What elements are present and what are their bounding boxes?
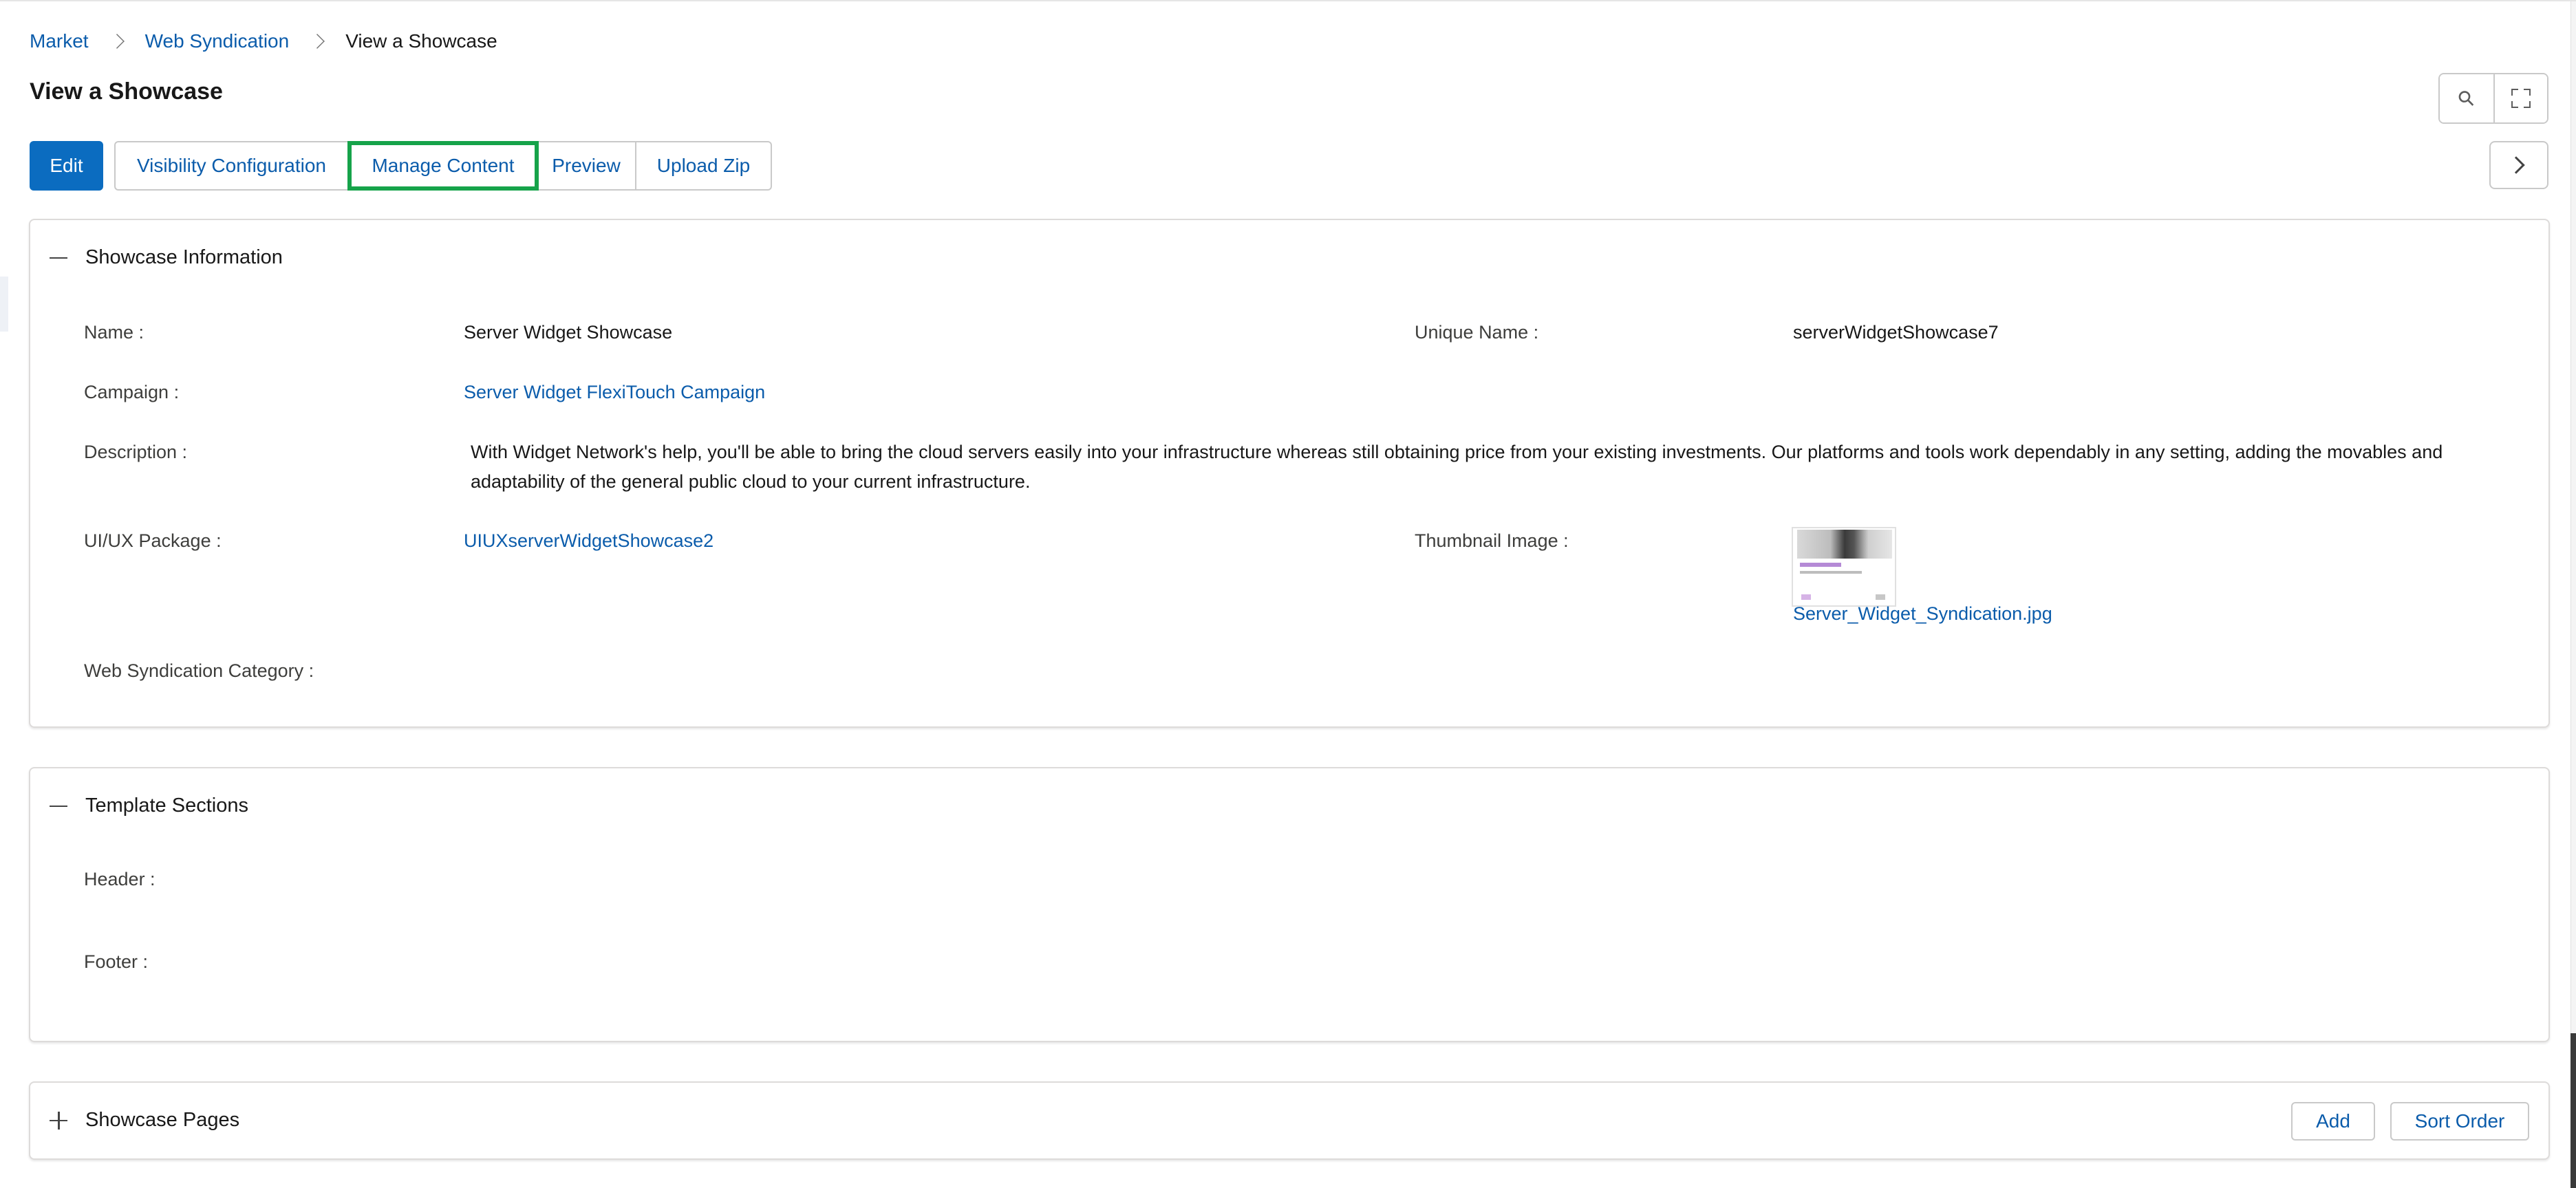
edit-button[interactable]: Edit xyxy=(30,141,103,191)
header-label: Header : xyxy=(84,869,155,889)
template-sections-section: Template Sections Header : Footer : xyxy=(29,767,2550,1042)
uiux-package-link[interactable]: UIUXserverWidgetShowcase2 xyxy=(464,530,713,552)
unique-name-value: serverWidgetShowcase7 xyxy=(1793,322,1999,343)
pin-button[interactable]: ⚲ xyxy=(2440,74,2493,122)
breadcrumb-web-syndication[interactable]: Web Syndication xyxy=(145,30,290,52)
visibility-configuration-button[interactable]: Visibility Configuration xyxy=(114,141,349,191)
chevron-right-icon xyxy=(109,34,125,49)
expand-icon xyxy=(2511,89,2531,108)
thumbnail-photo xyxy=(1797,530,1892,559)
unique-name-label: Unique Name : xyxy=(1415,322,1539,343)
campaign-label: Campaign : xyxy=(84,382,180,402)
fullscreen-button[interactable] xyxy=(2493,74,2547,122)
showcase-pages-section: Showcase Pages Add Sort Order xyxy=(29,1081,2550,1160)
action-bar: Edit Visibility Configuration Manage Con… xyxy=(30,141,772,191)
thumbnail-image-label: Thumbnail Image : xyxy=(1415,530,1569,551)
sort-order-button[interactable]: Sort Order xyxy=(2390,1102,2529,1141)
name-label: Name : xyxy=(84,322,144,343)
minus-icon xyxy=(50,797,69,816)
left-edge-mark xyxy=(0,277,8,332)
section-toggle[interactable]: Showcase Information xyxy=(50,246,283,269)
page-title: View a Showcase xyxy=(30,78,223,105)
campaign-link[interactable]: Server Widget FlexiTouch Campaign xyxy=(464,382,765,403)
footer-label: Footer : xyxy=(84,951,149,972)
pin-icon: ⚲ xyxy=(2453,85,2480,112)
name-value: Server Widget Showcase xyxy=(464,322,673,343)
more-actions-button[interactable] xyxy=(2489,141,2548,189)
page: Market Web Syndication View a Showcase V… xyxy=(0,0,2576,1188)
add-page-button[interactable]: Add xyxy=(2291,1102,2375,1141)
scrollbar[interactable] xyxy=(2570,1,2576,1188)
plus-icon xyxy=(50,1111,69,1130)
thumbnail-icon xyxy=(1876,594,1885,600)
thumbnail-file-link[interactable]: Server_Widget_Syndication.jpg xyxy=(1793,603,2052,625)
minus-icon xyxy=(50,248,69,268)
description-value: With Widget Network's help, you'll be ab… xyxy=(471,442,2443,492)
section-heading: Showcase Information xyxy=(85,246,283,268)
chevron-right-icon xyxy=(2507,156,2525,174)
section-heading: Template Sections xyxy=(85,795,248,817)
thumbnail-image[interactable] xyxy=(1792,527,1896,607)
thumbnail-icon xyxy=(1801,594,1811,600)
section-toggle[interactable]: Showcase Pages xyxy=(50,1109,239,1132)
description-label: Description : xyxy=(84,442,188,462)
left-edge xyxy=(0,1,8,1188)
breadcrumb-current: View a Showcase xyxy=(345,30,497,52)
chevron-right-icon xyxy=(310,34,325,49)
breadcrumb-market[interactable]: Market xyxy=(30,30,89,52)
showcase-information-section: Showcase Information Name : Server Widge… xyxy=(29,219,2550,728)
section-toggle[interactable]: Template Sections xyxy=(50,795,248,817)
upload-zip-button[interactable]: Upload Zip xyxy=(635,141,772,191)
manage-content-button[interactable]: Manage Content xyxy=(347,141,539,191)
preview-button[interactable]: Preview xyxy=(536,141,636,191)
thumbnail-title-bar xyxy=(1800,563,1841,567)
uiux-package-label: UI/UX Package : xyxy=(84,530,222,551)
section-heading: Showcase Pages xyxy=(85,1109,240,1131)
header-icon-group: ⚲ xyxy=(2438,73,2548,124)
scrollbar-thumb[interactable] xyxy=(2570,1033,2576,1188)
thumbnail-text-line xyxy=(1800,571,1862,574)
web-syndication-category-label: Web Syndication Category : xyxy=(84,660,314,681)
breadcrumb: Market Web Syndication View a Showcase xyxy=(30,28,497,55)
